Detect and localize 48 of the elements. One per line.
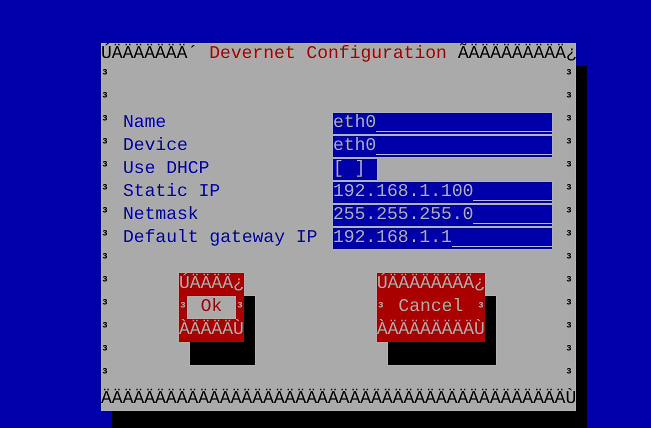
- frame-border: ³: [101, 66, 110, 84]
- frame-border: ³: [101, 135, 110, 153]
- frame-border: ³: [565, 89, 574, 107]
- input-field[interactable]: eth0: [333, 136, 552, 157]
- frame-border: ³: [565, 135, 574, 153]
- frame-border: ³: [101, 181, 110, 199]
- frame-border: ÚÄÄÄÄÄÄÄ´: [101, 43, 198, 66]
- button[interactable]: ÚÄÄÄÄÄÄÄÄ¿ ³ Cancel ³ ÀÄÄÄÄÄÄÄÄÙ: [376, 273, 485, 342]
- button-label[interactable]: Ok: [186, 296, 236, 319]
- frame-border: ³: [565, 158, 574, 176]
- input-field[interactable]: eth0: [333, 113, 552, 134]
- frame-border: ³: [101, 365, 110, 383]
- frame-border: ³: [101, 204, 110, 222]
- dialog-title: Devernet Configuration: [209, 43, 447, 66]
- input-field[interactable]: 255.255.255.0: [333, 205, 552, 226]
- frame-border: ³: [565, 250, 574, 268]
- checkbox[interactable]: [ ]: [333, 159, 377, 180]
- frame-border: ³: [565, 204, 574, 222]
- field-label: Name: [123, 112, 168, 135]
- field-label: Default gateway IP: [123, 227, 318, 250]
- frame-border: ³: [101, 296, 110, 314]
- frame-border: ³: [565, 112, 574, 130]
- frame-border: ³: [565, 227, 574, 245]
- frame-border: ÃÄÄÄÄÄÄÄÄÄ¿: [458, 43, 577, 66]
- field-label: Device: [123, 135, 189, 158]
- frame-border: ³: [101, 319, 110, 337]
- frame-border: ÄÄÄÄÄÄÄÄÄÄÄÄÄÄÄÄÄÄÄÄÄÄÄÄÄÄÄÄÄÄÄÄÄÄÄÄÄÄÄÄÄÄÄÙ: [101, 388, 576, 411]
- field-label: Use DHCP: [123, 158, 210, 181]
- frame-border: ³: [101, 158, 110, 176]
- field-label: Netmask: [123, 204, 200, 227]
- input-field[interactable]: 192.168.1.100: [333, 182, 552, 203]
- frame-border: ³: [565, 319, 574, 337]
- frame-border: ³: [101, 273, 110, 291]
- frame-border: ³: [565, 342, 574, 360]
- frame-border: ³: [101, 227, 110, 245]
- frame-border: ³: [565, 296, 574, 314]
- button[interactable]: ÚÄÄÄÄ¿ ³ Ok ³ ÀÄÄÄÄÙ: [179, 273, 244, 342]
- frame-border: ³: [101, 89, 110, 107]
- frame-border: ³: [101, 250, 110, 268]
- frame-border: ³: [101, 112, 110, 130]
- frame-border: ³: [565, 181, 574, 199]
- frame-border: ³: [565, 273, 574, 291]
- frame-border: ³: [565, 66, 574, 84]
- frame-border: ³: [565, 365, 574, 383]
- field-label: Static IP: [123, 181, 222, 204]
- frame-border: ³: [101, 342, 110, 360]
- input-field[interactable]: 192.168.1.1: [333, 228, 552, 249]
- button-label[interactable]: Cancel: [384, 296, 478, 319]
